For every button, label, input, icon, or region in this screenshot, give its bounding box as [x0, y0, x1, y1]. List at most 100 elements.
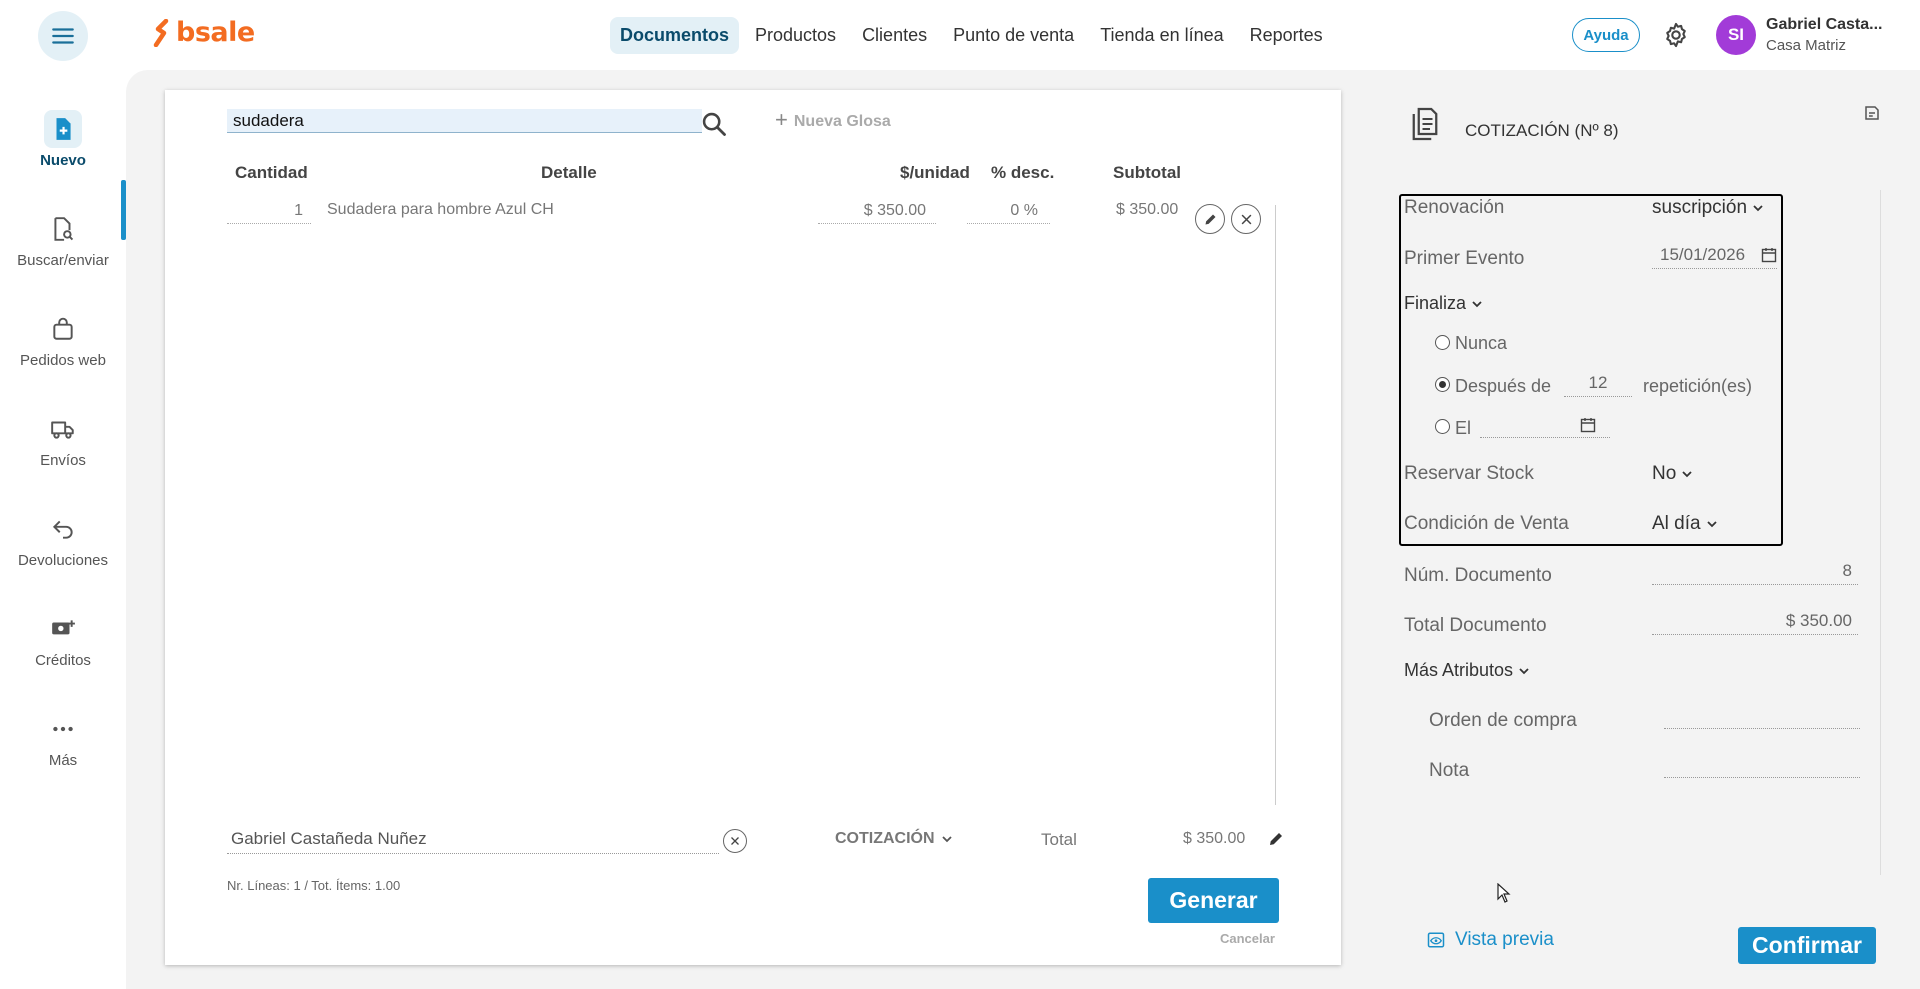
panel-title: COTIZACIÓN (Nº 8)	[1465, 121, 1619, 140]
doc-total-label: Total Documento	[1404, 615, 1547, 636]
ends-toggle[interactable]: Finaliza	[1404, 293, 1483, 314]
document-editor: + Nueva Glosa Cantidad Detalle $/unidad …	[165, 90, 1341, 965]
help-button[interactable]: Ayuda	[1572, 18, 1640, 52]
column-header-subtotal: Subtotal	[1113, 163, 1181, 182]
mouse-cursor-icon	[1497, 883, 1511, 903]
preview-link[interactable]: Vista previa	[1427, 929, 1554, 951]
doc-number-value[interactable]: 8	[1652, 561, 1858, 585]
new-gloss-button[interactable]: + Nueva Glosa	[775, 107, 891, 133]
main-nav: Documentos Productos Clientes Punto de v…	[610, 17, 1333, 54]
column-header-discount: % desc.	[991, 163, 1055, 182]
return-arrow-icon	[44, 510, 82, 548]
nav-productos[interactable]: Productos	[745, 17, 846, 54]
nav-punto-de-venta[interactable]: Punto de venta	[943, 17, 1084, 54]
generate-button[interactable]: Generar	[1148, 878, 1279, 923]
user-avatar[interactable]: SI	[1716, 15, 1756, 55]
user-branch: Casa Matriz	[1766, 37, 1847, 54]
nav-clientes[interactable]: Clientes	[852, 17, 937, 54]
sale-condition-select[interactable]: Al día	[1652, 513, 1718, 535]
purchase-order-input[interactable]	[1664, 709, 1860, 729]
column-header-quantity: Cantidad	[235, 163, 308, 182]
note-label: Nota	[1429, 760, 1470, 781]
sale-condition-value: Al día	[1652, 513, 1701, 534]
client-field[interactable]: Gabriel Castañeda Nuñez	[227, 829, 719, 854]
cancel-link[interactable]: Cancelar	[1220, 931, 1275, 946]
column-header-unit-price: $/unidad	[900, 163, 970, 182]
line-detail: Sudadera para hombre Azul CH	[327, 201, 554, 218]
reserve-stock-select[interactable]: No	[1652, 463, 1693, 485]
doc-total-value: $ 350.00	[1652, 611, 1858, 635]
brand-logo[interactable]: bsale	[152, 17, 255, 48]
sidebar-item-label: Nuevo	[40, 152, 86, 169]
renewal-select[interactable]: suscripción	[1652, 197, 1764, 219]
more-attributes-toggle[interactable]: Más Atributos	[1404, 660, 1530, 681]
shopping-bag-icon	[44, 310, 82, 348]
sidebar-item-devoluciones[interactable]: Devoluciones	[0, 510, 126, 569]
line-subtotal: $ 350.00	[1116, 201, 1179, 218]
lines-info: Nr. Líneas: 1 / Tot. Ítems: 1.00	[227, 878, 401, 893]
document-type-select[interactable]: COTIZACIÓN	[835, 830, 953, 848]
sidebar-item-buscar-enviar[interactable]: Buscar/enviar	[0, 210, 126, 269]
left-sidebar: Nuevo Buscar/enviar Pedidos web Envíos D…	[0, 70, 126, 989]
radio-after[interactable]	[1435, 377, 1450, 392]
edit-line-button[interactable]	[1195, 204, 1225, 234]
preview-eye-icon	[1427, 932, 1445, 948]
end-date-input[interactable]	[1480, 416, 1610, 438]
calendar-icon	[1580, 418, 1596, 433]
radio-after-label: Después de	[1455, 376, 1552, 396]
sidebar-item-label: Devoluciones	[17, 552, 109, 569]
search-icon[interactable]	[700, 110, 728, 138]
radio-never-label: Nunca	[1455, 333, 1508, 353]
clear-client-button[interactable]	[723, 829, 747, 853]
pencil-icon[interactable]	[1267, 830, 1285, 848]
reserve-stock-value: No	[1652, 463, 1677, 484]
more-dots-icon	[44, 710, 82, 748]
confirm-button[interactable]: Confirmar	[1738, 927, 1876, 964]
sidebar-item-nuevo[interactable]: Nuevo	[0, 110, 126, 169]
remove-line-button[interactable]	[1231, 204, 1261, 234]
sidebar-item-mas[interactable]: Más	[0, 710, 126, 769]
document-search-icon	[44, 210, 82, 248]
nav-tienda-en-linea[interactable]: Tienda en línea	[1090, 17, 1233, 54]
sidebar-item-label: Más	[48, 752, 78, 769]
radio-on-date[interactable]	[1435, 419, 1450, 434]
radio-on-date-label: El	[1455, 418, 1472, 438]
product-search-input[interactable]	[227, 109, 702, 133]
chevron-down-icon	[1682, 471, 1692, 478]
truck-icon	[44, 410, 82, 448]
sidebar-item-envios[interactable]: Envíos	[0, 410, 126, 469]
chevron-down-icon	[1706, 521, 1717, 528]
renewal-value: suscripción	[1652, 197, 1748, 218]
first-event-date-input[interactable]: 15/01/2026	[1652, 245, 1777, 269]
panel-scrollbar[interactable]	[1880, 190, 1881, 875]
note-input[interactable]	[1664, 758, 1860, 778]
sidebar-item-pedidos-web[interactable]: Pedidos web	[0, 310, 126, 369]
line-quantity-input[interactable]: 1	[227, 202, 311, 224]
document-copy-icon	[1412, 107, 1438, 141]
repetitions-suffix: repetición(es)	[1643, 376, 1753, 396]
plus-icon: +	[775, 107, 788, 132]
repetitions-input[interactable]: 12	[1564, 373, 1632, 397]
column-header-detail: Detalle	[541, 163, 597, 182]
close-icon	[1241, 214, 1251, 224]
ends-label: Finaliza	[1404, 293, 1467, 313]
sidebar-item-creditos[interactable]: Créditos	[0, 610, 126, 669]
nav-documentos[interactable]: Documentos	[610, 17, 740, 54]
nav-reportes[interactable]: Reportes	[1240, 17, 1333, 54]
sidebar-item-label: Buscar/enviar	[17, 252, 109, 269]
chevron-down-icon	[1753, 205, 1763, 212]
chevron-down-icon	[1519, 667, 1529, 674]
sale-condition-label: Condición de Venta	[1404, 513, 1569, 534]
line-unit-price-input[interactable]: $ 350.00	[818, 202, 936, 224]
hamburger-menu-button[interactable]	[38, 11, 88, 61]
first-event-value: 15/01/2026	[1660, 245, 1746, 264]
user-name[interactable]: Gabriel Casta...	[1766, 16, 1883, 34]
total-value: $ 350.00	[1183, 830, 1246, 847]
gear-icon[interactable]	[1662, 21, 1690, 49]
lines-scrollbar[interactable]	[1275, 205, 1276, 805]
bsale-logo-mark-icon	[153, 18, 169, 47]
notes-icon[interactable]	[1863, 104, 1881, 122]
radio-never[interactable]	[1435, 335, 1450, 350]
line-discount-input[interactable]: 0 %	[967, 202, 1050, 224]
first-event-label: Primer Evento	[1404, 248, 1525, 269]
